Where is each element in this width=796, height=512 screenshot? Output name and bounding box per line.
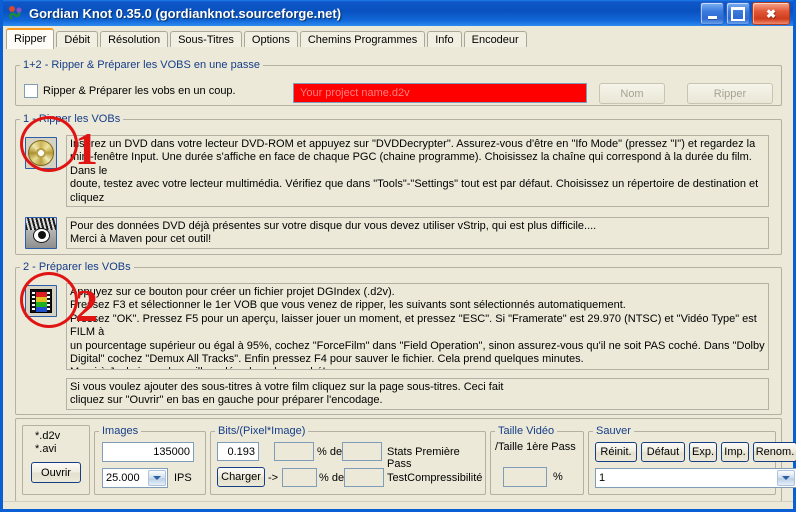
project-name-field[interactable]: Your project name.d2v [293,83,587,103]
section1-group: 1 - Ripper les VOBs Insérez un DVD dans … [15,113,782,255]
film-strip-icon[interactable] [25,285,57,317]
sauver-group: Sauver Réinit. Défaut Exp. Imp. Renom. 1 [588,425,796,495]
section1-legend: 1 - Ripper les VOBs [23,113,121,125]
minimize-button[interactable] [700,2,724,25]
tab-label: Options [251,34,290,46]
section2-instructions: Appuyez sur ce bouton pour créer un fich… [66,283,769,370]
film-glyph [30,289,52,313]
tab-label: Chemins Programmes [307,34,418,46]
exp-button[interactable]: Exp. [689,442,717,462]
onepass-group: 1+2 - Ripper & Préparer les VOBS en une … [15,59,782,106]
onepass-legend: 1+2 - Ripper & Préparer les VOBS en une … [23,59,260,71]
sauver-profile-combo[interactable]: 1 [595,468,796,488]
imp-button[interactable]: Imp. [721,442,749,462]
section2-legend: 2 - Préparer les VOBs [23,261,131,273]
images-legend: Images [102,425,139,437]
charger-button[interactable]: Charger [217,467,265,487]
frames-input[interactable]: 135000 [102,442,194,462]
close-button[interactable]: ✖ [752,2,790,25]
renom-button-label: Renom. [755,446,795,458]
taille-video-unit: % [553,471,563,483]
dvd-disc-icon[interactable] [25,137,57,169]
tab-label: Info [435,34,454,46]
nom-button-label: Nom [620,87,644,100]
charger-button-label: Charger [221,471,261,483]
fps-unit-label: IPS [174,472,192,484]
window-title: Gordian Knot 0.35.0 (gordianknot.sourcef… [29,5,342,21]
taille-video-group: Taille Vidéo /Taille 1ère Pass % [490,425,584,495]
ripper-button[interactable]: Ripper [687,83,773,104]
imp-button-label: Imp. [724,446,746,458]
onepass-checkbox-row[interactable]: Ripper & Préparer les vobs en un coup. [24,84,236,98]
vstrip-eye-icon[interactable] [25,217,57,249]
stats-pct-label: % de [317,446,343,458]
test-compressibilite-label: TestCompressibilité [387,472,483,484]
taille-video-legend: Taille Vidéo [498,425,555,437]
test-of-input[interactable] [344,468,384,487]
maximize-button[interactable] [726,2,750,25]
bits-value: 0.193 [227,445,255,458]
bits-group: Bits/(Pixel*Image) 0.193 % de Stats Prem… [210,425,486,495]
bits-legend: Bits/(Pixel*Image) [218,425,306,437]
window-controls: ✖ [700,2,790,25]
ouvrir-button[interactable]: Ouvrir [31,462,81,483]
defaut-button-label: Défaut [646,446,680,458]
ripper-button-label: Ripper [713,87,747,100]
filter-avi-label: *.avi [35,443,57,455]
nom-button[interactable]: Nom [599,83,665,104]
stats-of-input[interactable] [342,442,382,461]
onepass-checkbox-label: Ripper & Préparer les vobs en un coup. [43,85,236,97]
stats-first-pass-label: Stats Première Pass [387,446,460,470]
vstrip-note: Pour des données DVD déjà présentes sur … [66,217,769,249]
test-pct-label: % de [319,472,345,484]
app-icon [7,5,24,22]
arrow-label: -> [268,472,279,484]
renom-button[interactable]: Renom. [753,442,796,462]
project-name-value: Your project name.d2v [300,87,410,99]
tab-label: Débit [64,34,91,46]
fps-value: 25.000 [106,472,140,484]
stats-pct-input[interactable] [274,442,314,461]
test-pct-input[interactable] [282,468,317,487]
open-group: *.d2v *.avi Ouvrir [22,425,90,495]
tab-content-ripper: 1+2 - Ripper & Préparer les VOBS en une … [3,47,796,509]
images-group: Images 135000 25.000 IPS [94,425,206,495]
status-bar [3,501,793,509]
fps-combo[interactable]: 25.000 [102,468,168,488]
defaut-button[interactable]: Défaut [641,442,685,462]
section2-group: 2 - Préparer les VOBs Appuyez sur ce bou… [15,261,782,415]
sauver-legend: Sauver [596,425,631,437]
tab-label: Sous-Titres [178,34,234,46]
section1-instructions: Insérez un DVD dans votre lecteur DVD-RO… [66,135,769,207]
bottom-panel: *.d2v *.avi Ouvrir Images 135000 25.000 … [15,418,796,502]
onepass-checkbox[interactable] [24,84,38,98]
tab-bar: Ripper Débit Résolution Sous-Titres Opti… [3,26,793,49]
tab-ripper[interactable]: Ripper [6,28,55,49]
ouvrir-button-label: Ouvrir [41,466,71,479]
bits-value-input[interactable]: 0.193 [217,442,259,461]
exp-button-label: Exp. [691,446,714,458]
application-window: Gordian Knot 0.35.0 (gordianknot.sourcef… [0,0,796,512]
chevron-down-icon[interactable] [148,470,166,486]
tab-label: Ripper [14,33,47,45]
title-bar: Gordian Knot 0.35.0 (gordianknot.sourcef… [3,0,793,26]
reinit-button-label: Réinit. [600,446,632,458]
chevron-down-icon[interactable] [777,470,795,486]
disc-glyph [28,140,54,166]
frames-value: 135000 [153,446,190,458]
tab-label: Encodeur [471,34,519,46]
reinit-button[interactable]: Réinit. [595,442,637,462]
taille-premiere-pass-label: /Taille 1ère Pass [495,441,576,453]
sauver-profile-value: 1 [599,472,606,484]
tab-label: Résolution [108,34,161,46]
subtitle-note: Si vous voulez ajouter des sous-titres à… [66,378,769,410]
taille-video-input[interactable] [503,467,547,487]
eye-glyph [26,218,56,248]
filter-d2v-label: *.d2v [35,430,61,442]
